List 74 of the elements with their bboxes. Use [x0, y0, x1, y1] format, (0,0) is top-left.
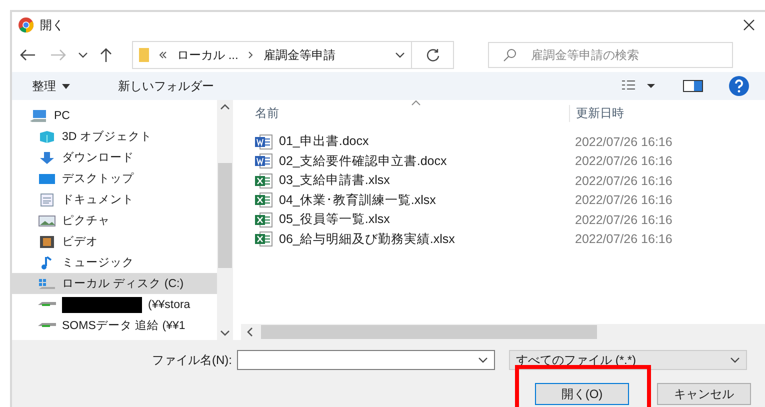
file-item[interactable]: 05_役員等一覧.xlsx [241, 211, 575, 228]
tree-item[interactable]: ビデオ [12, 231, 217, 252]
tree-item[interactable]: デスクトップ [12, 168, 217, 189]
tree-item[interactable]: (¥¥stora [12, 294, 217, 315]
open-button[interactable]: 開く(O) [535, 383, 629, 405]
picture-icon [38, 214, 56, 228]
column-header[interactable]: 名前 [241, 104, 569, 122]
separator-chevron-icon [248, 51, 254, 59]
download-icon [38, 150, 56, 164]
desktop-icon [38, 172, 56, 186]
scroll-up-icon[interactable] [220, 104, 230, 110]
up-button[interactable] [98, 46, 114, 64]
tree-item[interactable]: ドキュメント [12, 189, 217, 210]
scroll-down-icon[interactable] [220, 330, 230, 336]
excel-file-icon [255, 192, 273, 208]
word-file-icon [255, 153, 273, 170]
film-icon [38, 234, 56, 248]
breadcrumb-item[interactable]: 雇調金等申請 [263, 46, 336, 64]
tree-item[interactable]: ピクチャ [12, 210, 217, 231]
chevron-icon[interactable] [730, 357, 740, 363]
network-drive-icon [38, 323, 56, 328]
browser-logo-icon [18, 17, 34, 33]
file-name-dropdown-icon[interactable] [478, 357, 488, 363]
modified-date: 2022/07/26 16:16 [575, 193, 674, 208]
cube-icon [38, 130, 56, 144]
tree-item[interactable]: ダウンロード [12, 147, 217, 168]
search-icon [503, 48, 517, 62]
refresh-icon [426, 48, 440, 62]
modified-date: 2022/07/26 16:16 [575, 232, 674, 246]
column-header[interactable]: 更新日時 [569, 104, 765, 122]
network-drive-icon [38, 302, 56, 307]
scroll-left-icon[interactable] [247, 327, 253, 337]
document-icon [38, 192, 56, 206]
organize-menu[interactable]: 整理 [28, 76, 74, 96]
file-item[interactable]: 01_申出書.docx [241, 133, 575, 150]
excel-file-icon [255, 172, 273, 189]
excel-file-icon [255, 212, 273, 228]
new-folder-button[interactable]: 新しいフォルダー [114, 76, 218, 96]
file-item[interactable]: 06_給与明細及び勤務実績.xlsx [241, 230, 575, 248]
file-name-label: ファイル名(N): [151, 352, 233, 368]
address-bar[interactable]: ローカル ... 雇調金等申請 [132, 41, 454, 69]
view-options-icon[interactable] [621, 80, 657, 92]
overflow-chevron-icon [159, 51, 167, 59]
help-icon[interactable] [729, 76, 749, 96]
tree-item[interactable]: ミュージック [12, 252, 217, 273]
tree-item[interactable]: 3D オブジェクト [12, 126, 217, 147]
file-item[interactable]: 03_支給申請書.xlsx [241, 172, 575, 190]
modified-date: 2022/07/26 16:16 [575, 212, 674, 227]
tree-item[interactable]: PC [12, 105, 217, 126]
file-item[interactable]: 02_支給要件確認申立書.docx [241, 152, 575, 170]
file-name-field[interactable] [237, 350, 495, 370]
word-file-icon [255, 134, 273, 150]
tree-item[interactable]: ローカル ディスク (C:) [12, 273, 217, 294]
modified-date: 2022/07/26 16:16 [575, 174, 674, 188]
cancel-button[interactable]: キャンセル [657, 383, 751, 405]
folder-icon [139, 48, 149, 62]
back-button[interactable] [18, 47, 38, 63]
file-item[interactable]: 04_休業･教育訓練一覧.xlsx [241, 192, 575, 209]
preview-pane-icon[interactable] [683, 80, 703, 92]
search-field[interactable]: 雇調金等申請の検索 [488, 42, 733, 68]
recent-locations-chevron-icon[interactable] [78, 52, 88, 58]
sort-caret-icon [411, 100, 421, 106]
breadcrumb-item[interactable]: ローカル ... [177, 46, 238, 64]
vertical-scrollbar[interactable] [217, 100, 233, 340]
computer-icon [30, 108, 48, 122]
window-title: 開く [40, 16, 65, 34]
address-dropdown-icon[interactable] [395, 52, 405, 58]
excel-file-icon [255, 231, 273, 248]
modified-date: 2022/07/26 16:16 [575, 134, 674, 149]
caret-icon [62, 84, 70, 88]
modified-date: 2022/07/26 16:16 [575, 154, 674, 168]
horizontal-scrollbar[interactable] [241, 324, 765, 340]
tree-item[interactable]: SOMSデータ 追給 (¥¥1 [12, 315, 217, 336]
drive-icon [38, 276, 56, 290]
